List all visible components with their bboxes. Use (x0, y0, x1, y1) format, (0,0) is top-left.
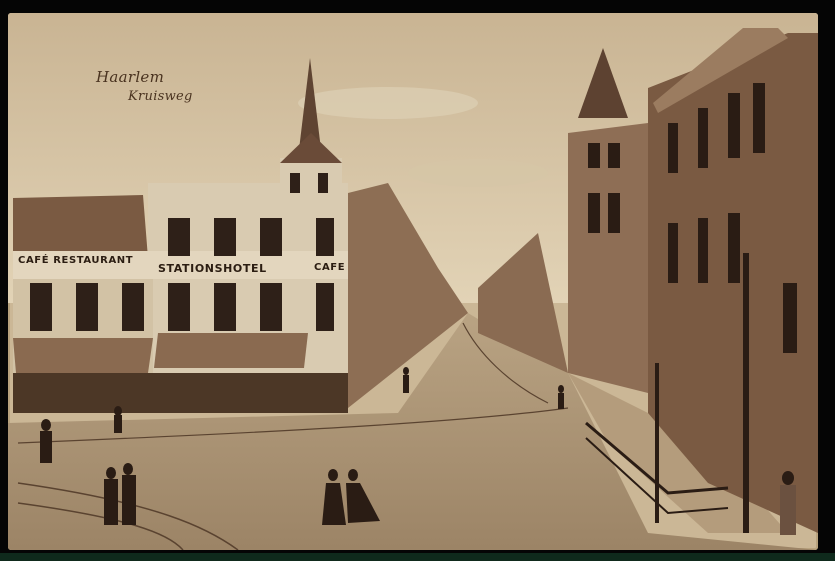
hotel-tower (280, 158, 342, 193)
ground-floor (13, 373, 348, 413)
cloud (408, 159, 548, 187)
roof-left (13, 195, 148, 258)
postcard-photo: Haarlem Kruisweg CAFÉ RESTAURANT STATION… (8, 13, 818, 550)
sign-stationshotel: STATIONSHOTEL (158, 262, 267, 275)
bottom-border (0, 553, 835, 561)
cloud (298, 87, 478, 119)
awning (154, 333, 308, 368)
awning (13, 338, 153, 373)
caption-street: Kruisweg (128, 89, 193, 104)
sign-cafe: CAFE (314, 262, 346, 273)
sign-cafe-restaurant: CAFÉ RESTAURANT (18, 255, 134, 266)
caption-city: Haarlem (96, 68, 165, 86)
lamp-post (655, 363, 659, 523)
lamp-post (743, 253, 749, 533)
